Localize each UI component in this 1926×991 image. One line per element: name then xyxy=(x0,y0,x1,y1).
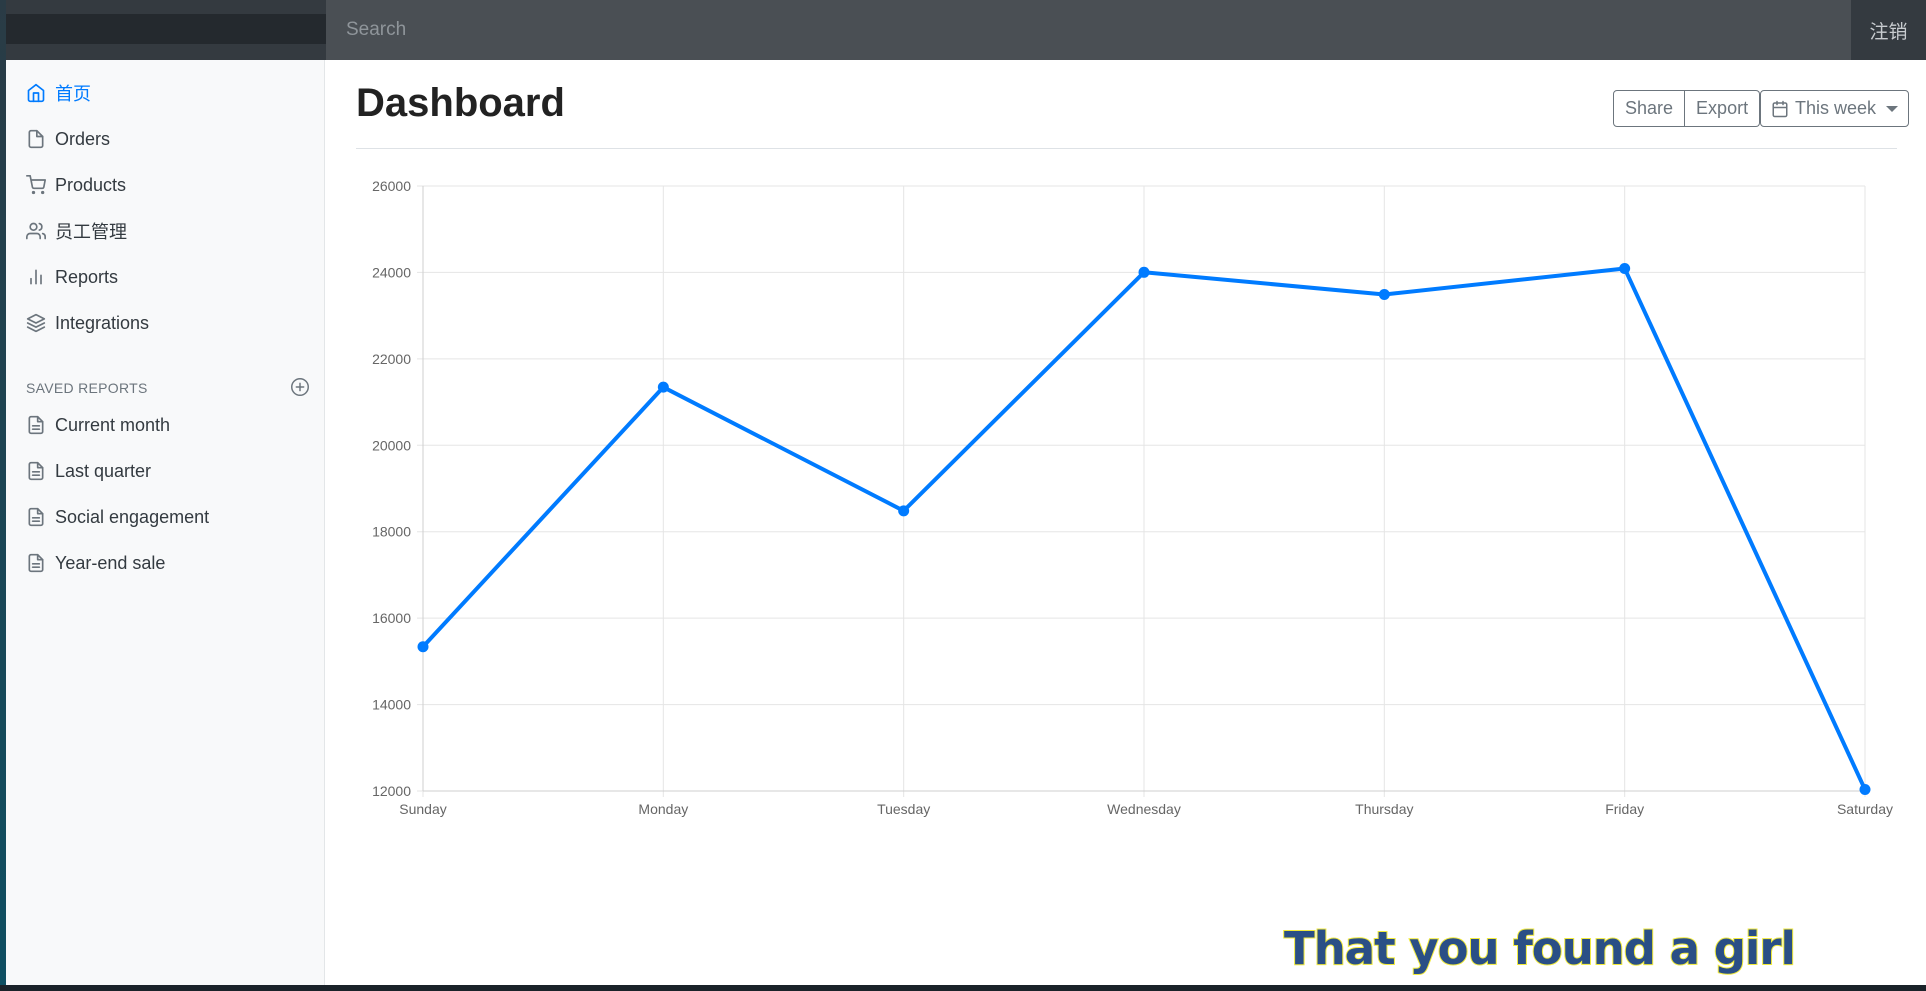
subtitle-overlay: That you found a girl xyxy=(1283,921,1797,976)
home-icon xyxy=(26,83,46,103)
data-point xyxy=(417,641,429,653)
sidebar-item-integrations[interactable]: Integrations xyxy=(6,303,324,343)
sidebar-item-staff[interactable]: 员工管理 xyxy=(6,211,324,251)
search-input[interactable] xyxy=(326,0,1851,60)
sidebar: 首页 Orders Products 员工管理 Reports Integrat… xyxy=(6,60,325,985)
y-tick-label: 18000 xyxy=(372,524,411,540)
file-icon xyxy=(26,129,46,149)
saved-report-label: Social engagement xyxy=(55,506,210,527)
x-tick-label: Saturday xyxy=(1837,801,1893,817)
sales-line-chart: 12000 14000 16000 18000 20000 22000 24000 26000… xyxy=(372,178,1893,817)
x-tick-label: Thursday xyxy=(1355,801,1413,817)
file-text-icon xyxy=(26,415,46,435)
sidebar-item-label: Integrations xyxy=(55,312,150,333)
y-tick-label: 26000 xyxy=(372,178,411,194)
file-text-icon xyxy=(26,507,46,527)
file-text-icon xyxy=(26,553,46,573)
sidebar-item-label: 首页 xyxy=(55,84,91,104)
saved-report-label: Last quarter xyxy=(55,460,152,481)
data-point xyxy=(1859,784,1871,796)
saved-reports-title: SAVED REPORTS xyxy=(26,380,148,396)
x-tick-label: Monday xyxy=(638,801,688,817)
layers-icon xyxy=(26,313,46,333)
app-window: 注销 首页 Orders Products 员工管理 xyxy=(6,0,1926,985)
sidebar-item-home[interactable]: 首页 xyxy=(6,73,324,113)
saved-report-label: Year-end sale xyxy=(55,552,166,573)
saved-report-last-quarter[interactable]: Last quarter xyxy=(6,451,324,491)
top-navbar: 注销 xyxy=(6,0,1926,60)
saved-report-year-end-sale[interactable]: Year-end sale xyxy=(6,543,324,583)
x-tick-label: Sunday xyxy=(399,801,446,817)
sidebar-item-label: Reports xyxy=(55,266,119,287)
y-tick-label: 22000 xyxy=(372,351,411,367)
saved-report-label: Current month xyxy=(55,414,171,435)
signout-button[interactable]: 注销 xyxy=(1851,0,1926,60)
sidebar-item-label: Products xyxy=(55,174,127,195)
sidebar-item-reports[interactable]: Reports xyxy=(6,257,324,297)
y-tick-label: 12000 xyxy=(372,783,411,799)
x-tick-label: Friday xyxy=(1605,801,1644,817)
x-tick-label: Wednesday xyxy=(1107,801,1181,817)
sidebar-item-label: Orders xyxy=(55,128,111,149)
bar-chart-icon xyxy=(26,267,46,287)
sidebar-item-products[interactable]: Products xyxy=(6,165,324,205)
data-point xyxy=(1619,262,1631,274)
data-point xyxy=(898,505,910,517)
y-tick-label: 20000 xyxy=(372,437,411,453)
users-icon xyxy=(26,221,46,241)
y-tick-label: 24000 xyxy=(372,264,411,280)
main-content: Dashboard Share Export This week 12000 14… xyxy=(325,60,1926,985)
sidebar-item-orders[interactable]: Orders xyxy=(6,119,324,159)
saved-report-social-engagement[interactable]: Social engagement xyxy=(6,497,324,537)
data-point xyxy=(1378,289,1390,301)
y-tick-label: 16000 xyxy=(372,610,411,626)
saved-reports-heading: SAVED REPORTS xyxy=(26,376,311,398)
data-point xyxy=(657,381,669,393)
file-text-icon xyxy=(26,461,46,481)
saved-report-current-month[interactable]: Current month xyxy=(6,405,324,445)
window-bottom-edge xyxy=(0,985,1926,991)
data-point xyxy=(1138,266,1150,278)
navbar-brand[interactable] xyxy=(6,14,326,44)
shopping-cart-icon xyxy=(26,175,46,195)
x-tick-label: Tuesday xyxy=(877,801,930,817)
y-tick-label: 14000 xyxy=(372,697,411,713)
sidebar-item-label: 员工管理 xyxy=(55,222,127,242)
plus-circle-icon[interactable] xyxy=(289,376,311,398)
